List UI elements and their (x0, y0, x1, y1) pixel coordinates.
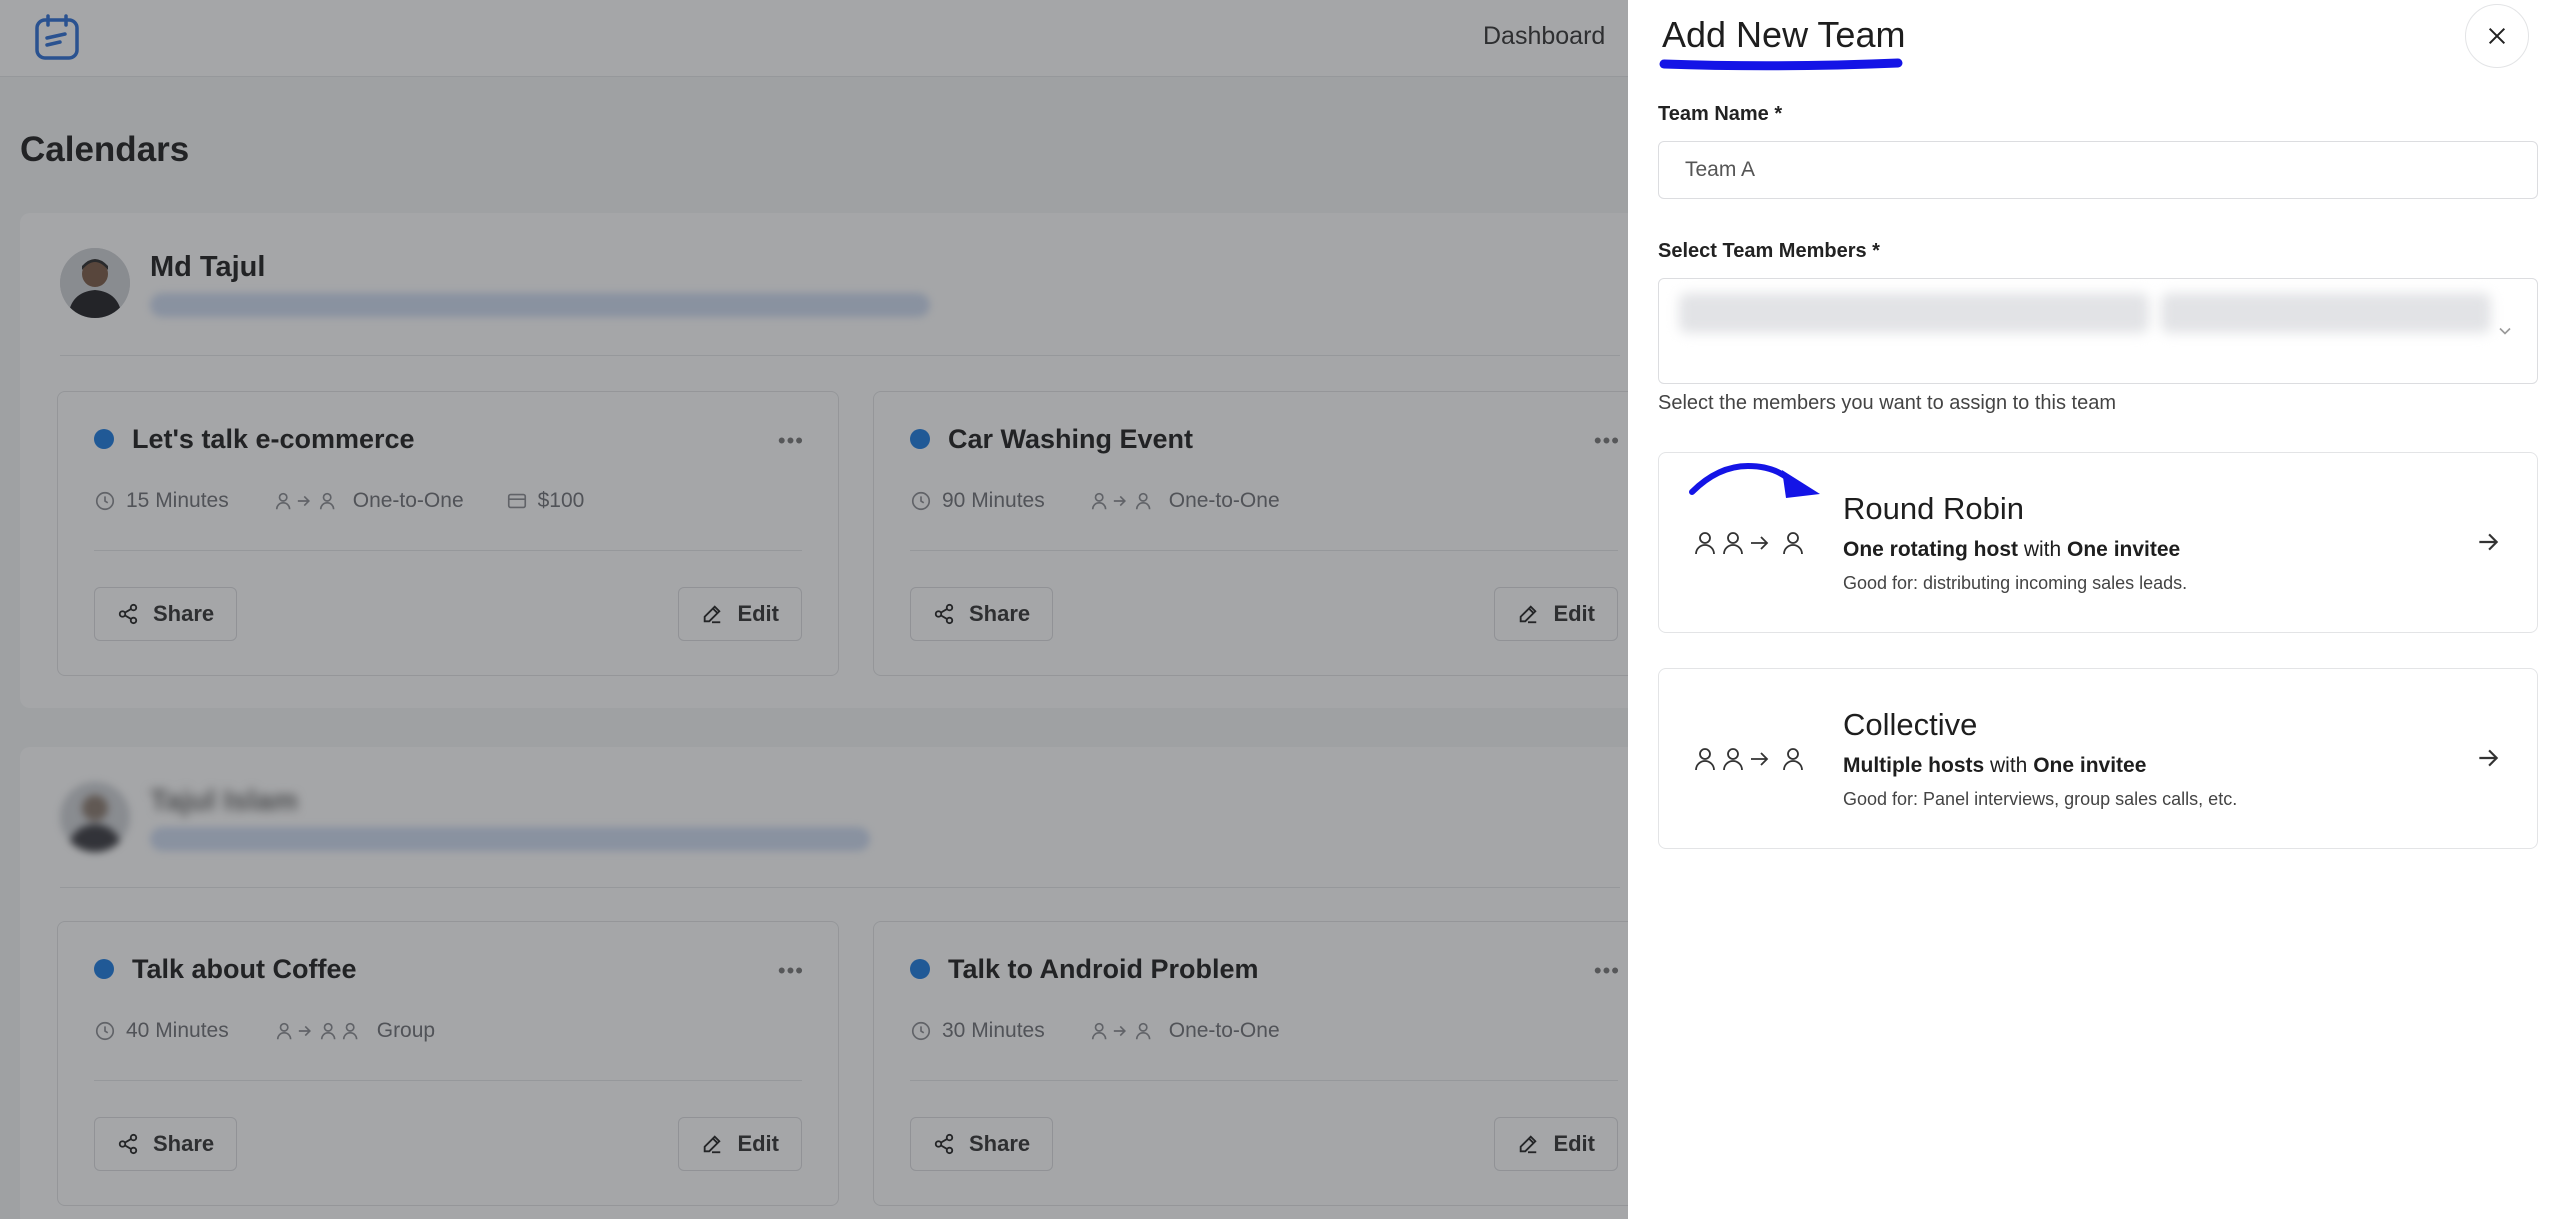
team-members-helper: Select the members you want to assign to… (1658, 392, 2116, 414)
arrow-right-icon[interactable] (2475, 745, 2501, 771)
option-title: Round Robin (1843, 491, 2024, 526)
curved-arrow-annotation (1689, 462, 1820, 498)
drawer-title: Add New Team (1662, 14, 1906, 55)
collective-option[interactable]: Collective Multiple hosts with One invit… (1658, 668, 2538, 849)
close-icon (2488, 27, 2506, 45)
collective-icon (1695, 745, 1811, 773)
option-title: Collective (1843, 707, 1978, 742)
team-members-label: Select Team Members * (1658, 240, 1880, 262)
round-robin-icon (1695, 529, 1811, 557)
modal-backdrop[interactable] (0, 0, 1628, 1219)
chevron-down-icon[interactable] (2495, 321, 2515, 341)
option-description: One rotating host with One invitee (1843, 538, 2181, 561)
option-good-for: Good for: Panel interviews, group sales … (1843, 789, 2238, 809)
selected-member-chip[interactable] (1679, 293, 2149, 333)
option-good-for: Good for: distributing incoming sales le… (1843, 573, 2188, 593)
team-members-select[interactable] (1658, 278, 2538, 384)
option-description: Multiple hosts with One invitee (1843, 754, 2147, 777)
title-underline-annotation (1659, 58, 1903, 71)
selected-member-chip[interactable] (2161, 293, 2491, 333)
close-button[interactable] (2465, 4, 2529, 68)
team-name-input[interactable]: Team A (1658, 141, 2538, 199)
team-name-label: Team Name * (1658, 103, 1783, 125)
add-team-drawer: Add New Team Team Name * Team A Select T… (1628, 0, 2560, 1219)
arrow-right-icon[interactable] (2475, 529, 2501, 555)
